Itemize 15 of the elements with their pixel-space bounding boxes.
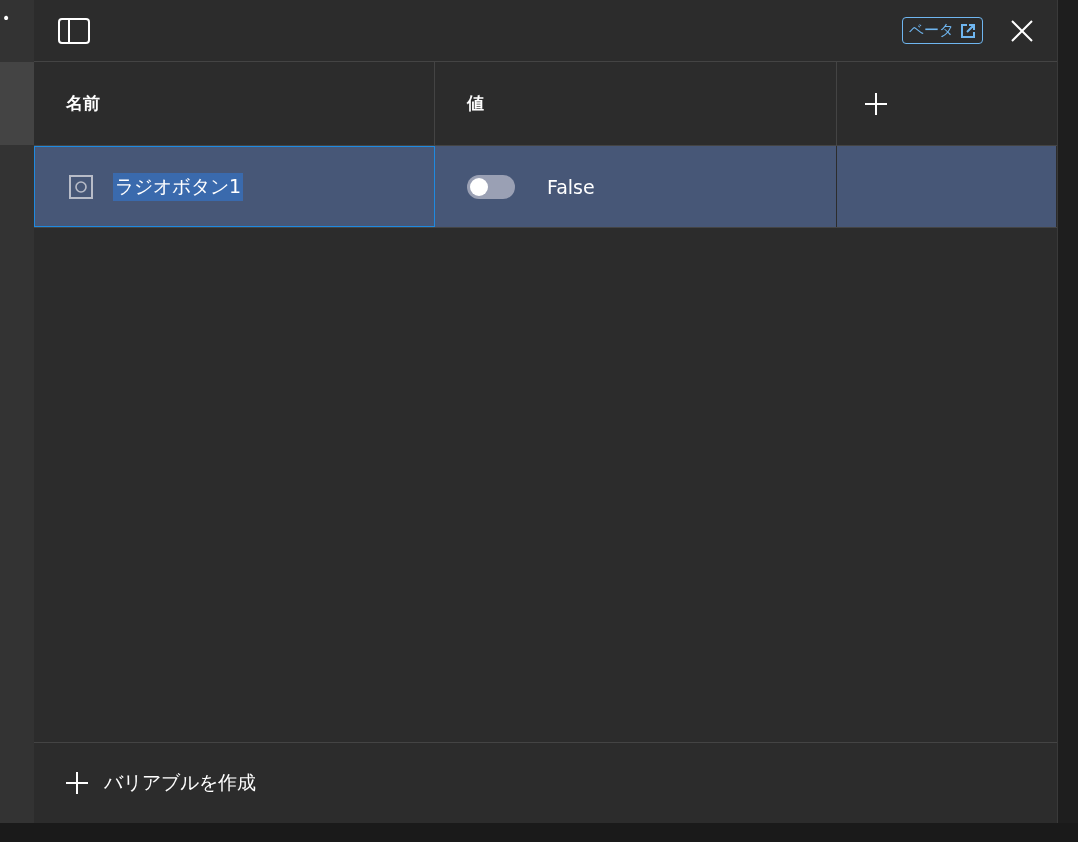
plus-icon	[66, 772, 88, 794]
external-link-icon	[960, 22, 976, 39]
column-header: 名前	[34, 62, 435, 145]
plus-icon	[865, 92, 887, 115]
column-header: 値	[435, 62, 837, 145]
name-cell[interactable]: ラジオボタン1	[34, 146, 435, 227]
create-variable-button[interactable]: バリアブルを作成	[66, 770, 256, 796]
toggle-switch[interactable]	[467, 174, 515, 199]
bullet-mark: •	[1, 9, 12, 28]
sidebar-toggle-icon[interactable]	[58, 17, 90, 44]
radio-button-icon	[69, 174, 93, 199]
variable-name: ラジオボタン1	[113, 172, 244, 201]
close-icon[interactable]	[1011, 19, 1033, 42]
beta-badge[interactable]: ベータ	[902, 17, 983, 44]
value-text: False	[547, 175, 595, 198]
